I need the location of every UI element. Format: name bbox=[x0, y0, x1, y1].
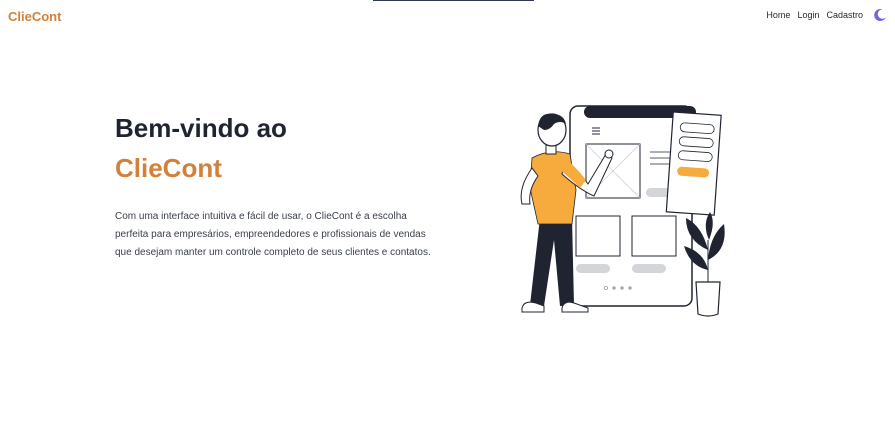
navbar: ClieCont Home Login Cadastro bbox=[0, 0, 895, 32]
floating-form-card bbox=[665, 111, 722, 216]
hero-description: Com uma interface intuitiva e fácil de u… bbox=[115, 211, 431, 258]
brand-logo[interactable]: ClieCont bbox=[8, 9, 61, 24]
moon-icon[interactable] bbox=[873, 8, 887, 22]
hero-title: Bem-vindo ao bbox=[115, 113, 287, 143]
nav-links: Home Login Cadastro bbox=[759, 8, 887, 22]
hero-title-brand: ClieCont bbox=[115, 153, 222, 183]
hero-illustration bbox=[510, 100, 730, 325]
nav-link-home[interactable]: Home bbox=[766, 8, 790, 22]
nav-link-login[interactable]: Login bbox=[797, 8, 819, 22]
hero-section: Bem-vindo ao ClieCont Com uma interface … bbox=[115, 112, 435, 262]
nav-link-cadastro[interactable]: Cadastro bbox=[826, 8, 863, 22]
